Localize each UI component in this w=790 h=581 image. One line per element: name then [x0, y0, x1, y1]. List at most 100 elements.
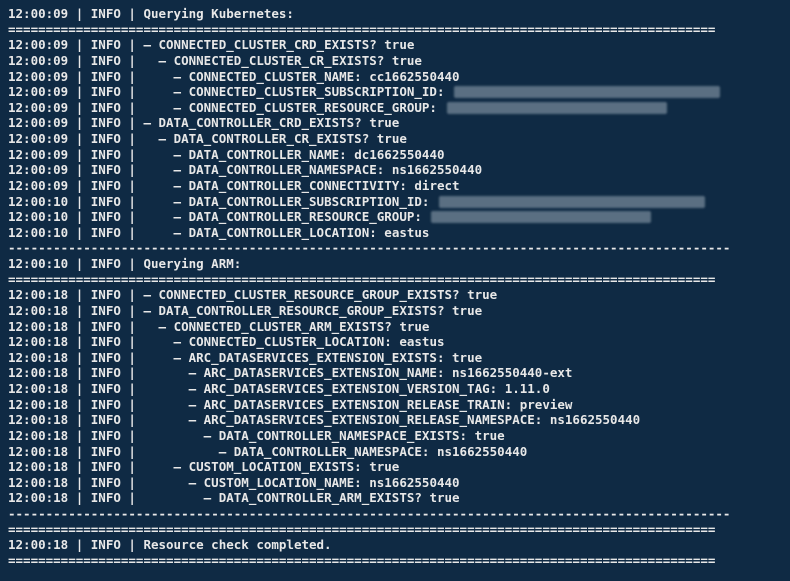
- tree-indent: [143, 397, 188, 413]
- col-sep: |: [76, 84, 84, 100]
- entry-space: [512, 397, 520, 412]
- entry-value: ns1662550440: [437, 444, 527, 459]
- log-level: INFO: [83, 475, 128, 491]
- timestamp: 12:00:18: [8, 475, 76, 491]
- tree-dash: –: [219, 444, 234, 459]
- col-sep: |: [128, 256, 136, 272]
- log-entry: 12:00:09|INFO| – DATA_CONTROLLER_NAME: d…: [8, 147, 782, 163]
- log-entry: 12:00:10|INFO| – DATA_CONTROLLER_SUBSCRI…: [8, 194, 782, 210]
- col-sep: |: [128, 319, 136, 335]
- log-level: INFO: [83, 225, 128, 241]
- entry-label: ARC_DATASERVICES_EXTENSION_VERSION_TAG:: [204, 381, 498, 396]
- tree-indent: [143, 69, 173, 85]
- tree-dash: –: [159, 319, 174, 334]
- col-sep: |: [76, 303, 84, 319]
- timestamp: 12:00:18: [8, 319, 76, 335]
- col-sep: |: [76, 412, 84, 428]
- entry-msg: – ARC_DATASERVICES_EXTENSION_NAME: ns166…: [136, 365, 573, 381]
- tree-dash: –: [174, 69, 189, 84]
- tree-indent: [143, 350, 173, 366]
- log-level: INFO: [83, 209, 128, 225]
- entry-label: CONNECTED_CLUSTER_RESOURCE_GROUP:: [189, 100, 437, 115]
- tree-indent: [143, 100, 173, 116]
- log-level: INFO: [83, 490, 128, 506]
- entry-value: true: [475, 428, 505, 443]
- log-level: INFO: [83, 178, 128, 194]
- log-entry: 12:00:09|INFO|– DATA_CONTROLLER_CRD_EXIS…: [8, 115, 782, 131]
- col-sep: |: [76, 69, 84, 85]
- col-sep: |: [128, 84, 136, 100]
- log-entry: 12:00:18|INFO| – CUSTOM_LOCATION_NAME: n…: [8, 475, 782, 491]
- col-sep: |: [76, 490, 84, 506]
- timestamp: 12:00:09: [8, 162, 76, 178]
- tree-indent: [143, 53, 158, 69]
- tree-dash: –: [143, 303, 158, 318]
- tree-dash: –: [159, 131, 174, 146]
- log-entry: 12:00:18|INFO|– CONNECTED_CLUSTER_RESOUR…: [8, 287, 782, 303]
- entry-label: CONNECTED_CLUSTER_RESOURCE_GROUP_EXISTS?: [159, 287, 460, 302]
- col-sep: |: [76, 365, 84, 381]
- log-level: INFO: [83, 84, 128, 100]
- entry-space: [444, 84, 452, 99]
- log-entry: 12:00:10|INFO| – DATA_CONTROLLER_LOCATIO…: [8, 225, 782, 241]
- entry-space: [467, 428, 475, 443]
- col-sep: |: [128, 412, 136, 428]
- timestamp: 12:00:18: [8, 334, 76, 350]
- tree-indent: [143, 444, 218, 460]
- tree-indent: [143, 209, 173, 225]
- tree-dash: –: [174, 162, 189, 177]
- tree-dash: –: [174, 334, 189, 349]
- col-sep: |: [128, 537, 136, 553]
- col-sep: |: [128, 490, 136, 506]
- section-header: 12:00:10|INFO|Querying ARM:: [8, 256, 782, 272]
- entry-msg: – DATA_CONTROLLER_CRD_EXISTS? true: [136, 115, 399, 131]
- entry-label: CONNECTED_CLUSTER_NAME:: [189, 69, 362, 84]
- entry-value: eastus: [399, 334, 444, 349]
- log-level: INFO: [83, 444, 128, 460]
- timestamp: 12:00:18: [8, 365, 76, 381]
- entry-label: DATA_CONTROLLER_CR_EXISTS?: [174, 131, 370, 146]
- tree-dash: –: [189, 381, 204, 396]
- entry-label: CONNECTED_CLUSTER_ARM_EXISTS?: [174, 319, 392, 334]
- log-level: INFO: [83, 115, 128, 131]
- entry-msg: – DATA_CONTROLLER_LOCATION: eastus: [136, 225, 430, 241]
- col-sep: |: [128, 475, 136, 491]
- log-level: INFO: [83, 334, 128, 350]
- entry-value: ns1662550440: [369, 475, 459, 490]
- tree-indent: [143, 131, 158, 147]
- tree-indent: [143, 147, 173, 163]
- entry-label: DATA_CONTROLLER_ARM_EXISTS?: [219, 490, 422, 505]
- rule-double: ========================================…: [8, 272, 782, 288]
- timestamp: 12:00:09: [8, 147, 76, 163]
- section-title: Querying Kubernetes:: [136, 6, 294, 22]
- tree-indent: [143, 334, 173, 350]
- timestamp: 12:00:18: [8, 490, 76, 506]
- entry-msg: – DATA_CONTROLLER_CR_EXISTS? true: [136, 131, 407, 147]
- entry-label: DATA_CONTROLLER_SUBSCRIPTION_ID:: [189, 194, 430, 209]
- entry-msg: – DATA_CONTROLLER_NAMESPACE: ns166255044…: [136, 444, 527, 460]
- col-sep: |: [128, 162, 136, 178]
- timestamp: 12:00:10: [8, 225, 76, 241]
- log-level: INFO: [83, 287, 128, 303]
- col-sep: |: [76, 287, 84, 303]
- col-sep: |: [128, 334, 136, 350]
- log-entry: 12:00:09|INFO| – DATA_CONTROLLER_CR_EXIS…: [8, 131, 782, 147]
- log-level: INFO: [83, 365, 128, 381]
- entry-value: true: [429, 490, 459, 505]
- tree-dash: –: [143, 115, 158, 130]
- col-sep: |: [128, 194, 136, 210]
- col-sep: |: [128, 303, 136, 319]
- entry-value: preview: [520, 397, 573, 412]
- entry-msg: – DATA_CONTROLLER_RESOURCE_GROUP_EXISTS?…: [136, 303, 482, 319]
- entry-msg: – CONNECTED_CLUSTER_LOCATION: eastus: [136, 334, 445, 350]
- entry-space: [444, 350, 452, 365]
- tree-indent: [143, 365, 188, 381]
- tree-dash: –: [174, 459, 189, 474]
- entry-value: true: [369, 459, 399, 474]
- entry-value: true: [377, 131, 407, 146]
- tree-dash: –: [174, 194, 189, 209]
- timestamp: 12:00:18: [8, 428, 76, 444]
- log-level: INFO: [83, 381, 128, 397]
- tree-indent: [143, 178, 173, 194]
- tree-dash: –: [174, 147, 189, 162]
